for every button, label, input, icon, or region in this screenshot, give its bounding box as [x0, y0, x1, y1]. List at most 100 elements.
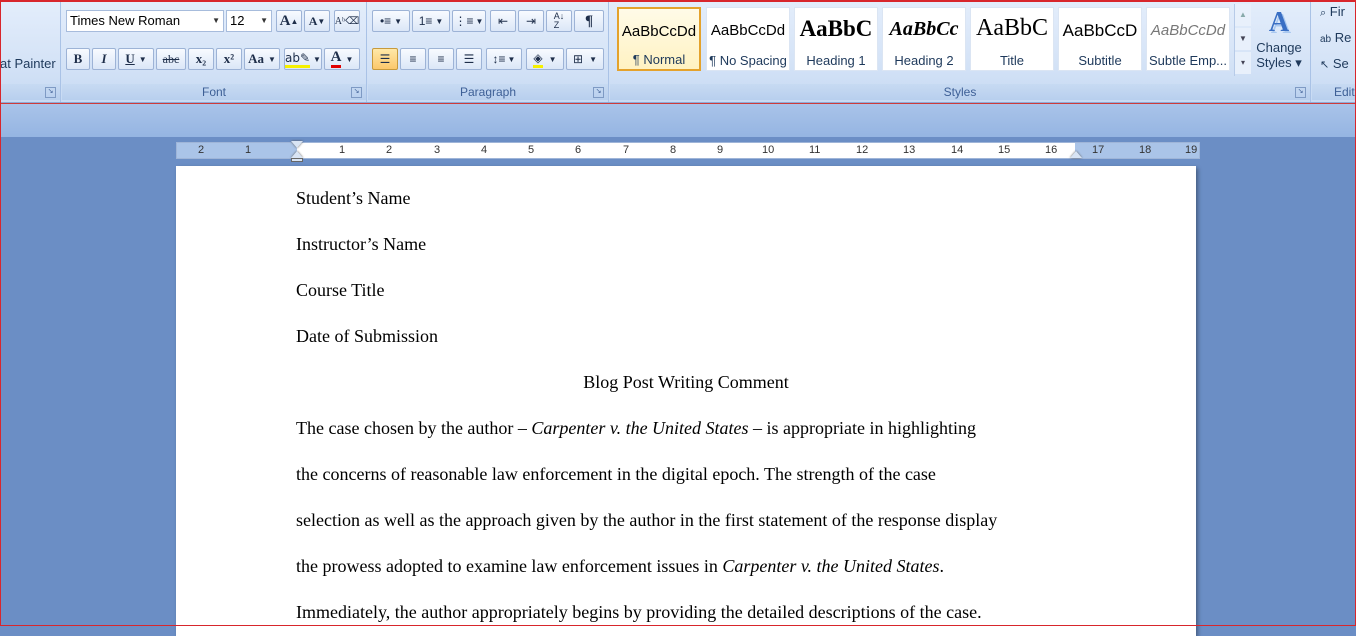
- student-name-line: Student’s Name: [296, 188, 411, 208]
- text-run: The case chosen by the author –: [296, 418, 532, 438]
- styles-launcher-icon[interactable]: ↘: [1295, 87, 1306, 98]
- superscript-button[interactable]: x²: [216, 48, 242, 70]
- replace-button[interactable]: ab Re: [1320, 30, 1351, 45]
- ruler-number: 8: [670, 144, 677, 156]
- change-styles-button[interactable]: A Change Styles ▾: [1252, 4, 1306, 82]
- more-styles-icon[interactable]: ▾: [1235, 52, 1251, 74]
- ruler-number: 6: [575, 144, 582, 156]
- numbering-icon: 1≡: [418, 14, 433, 28]
- clipboard-launcher-icon[interactable]: ↘: [45, 87, 56, 98]
- font-size-combo[interactable]: 12 ▼: [226, 10, 272, 32]
- style-name: Heading 1: [806, 53, 866, 68]
- increase-indent-button[interactable]: ⇥: [518, 10, 544, 32]
- justify-button[interactable]: ☰: [456, 48, 482, 70]
- paragraph-launcher-icon[interactable]: ↘: [593, 87, 604, 98]
- style-name: ¶ No Spacing: [709, 53, 787, 68]
- sort-icon: A↓ Z: [553, 11, 565, 30]
- underline-button[interactable]: U ▼: [118, 48, 154, 70]
- style-name: Subtitle: [1078, 53, 1122, 68]
- line-spacing-button[interactable]: ↕≡ ▼: [486, 48, 522, 70]
- align-left-icon: ☰: [379, 52, 391, 66]
- strikethrough-button[interactable]: abc: [156, 48, 186, 70]
- shading-button[interactable]: ◈ ▼: [526, 48, 564, 70]
- ruler-number: 10: [762, 144, 775, 156]
- font-color-button[interactable]: A ▼: [324, 48, 360, 70]
- style-heading-2[interactable]: AaBbCc Heading 2: [882, 7, 966, 71]
- ruler-number: 1: [245, 144, 252, 156]
- select-button[interactable]: ↖ Se: [1320, 56, 1349, 71]
- style-heading-1[interactable]: AaBbC Heading 1: [794, 7, 878, 71]
- first-line-indent-marker[interactable]: [291, 141, 303, 148]
- scroll-up-icon[interactable]: ▲: [1235, 4, 1251, 26]
- font-group-label: Font: [62, 84, 366, 100]
- borders-button[interactable]: ⊞ ▼: [566, 48, 604, 70]
- style-subtle-emphasis[interactable]: AaBbCcDd Subtle Emp...: [1146, 7, 1230, 71]
- pilcrow-icon: ¶: [584, 12, 594, 29]
- paragraph-line: selection as well as the approach given …: [296, 510, 998, 530]
- style-sample: AaBbCcD: [1062, 21, 1138, 40]
- hanging-indent-marker[interactable]: [291, 151, 303, 158]
- scroll-down-icon[interactable]: ▼: [1235, 28, 1251, 50]
- font-launcher-icon[interactable]: ↘: [351, 87, 362, 98]
- chevron-down-icon: ▼: [260, 16, 268, 25]
- format-painter-button[interactable]: at Painter: [0, 56, 56, 71]
- align-right-icon: ≡: [437, 52, 445, 66]
- styles-scroll: ▲ ▼ ▾: [1234, 4, 1251, 76]
- shrink-font-button[interactable]: A ▼: [304, 10, 330, 32]
- style-name: ¶ Normal: [632, 52, 686, 67]
- ruler-number: 16: [1045, 144, 1058, 156]
- italic-button[interactable]: I: [92, 48, 116, 70]
- ruler-left-margin: [177, 143, 297, 158]
- window-frame-left: [0, 0, 1, 626]
- change-case-button[interactable]: Aa ▼: [244, 48, 280, 70]
- ruler-number: 9: [717, 144, 724, 156]
- align-center-icon: ≡: [409, 52, 417, 66]
- ruler-number: 11: [809, 144, 821, 156]
- ruler-number: 17: [1092, 144, 1105, 156]
- styles-group: AaBbCcDd ¶ Normal AaBbCcDd ¶ No Spacing …: [610, 2, 1311, 102]
- horizontal-ruler[interactable]: 2 1 1 2 3 4 5 6 7 8 9 10 11 12 13 14 15 …: [176, 141, 1200, 162]
- find-button[interactable]: ⌕ Fir: [1320, 4, 1345, 20]
- bullets-button[interactable]: •≡ ▼: [372, 10, 410, 32]
- align-right-button[interactable]: ≡: [428, 48, 454, 70]
- bold-button[interactable]: B: [66, 48, 90, 70]
- align-center-button[interactable]: ≡: [400, 48, 426, 70]
- replace-label: Re: [1334, 30, 1352, 45]
- change-case-icon: Aa: [248, 51, 264, 66]
- subscript-button[interactable]: x₂: [188, 48, 214, 70]
- font-name-combo[interactable]: Times New Roman ▼: [66, 10, 224, 32]
- paragraph-line: The case chosen by the author – Carpente…: [296, 418, 1096, 439]
- grow-font-button[interactable]: A ▲: [276, 10, 302, 32]
- line-spacing-icon: ↕≡: [492, 52, 506, 66]
- replace-icon: ab: [1320, 34, 1332, 45]
- document-page[interactable]: Student’s Name Instructor’s Name Course …: [176, 166, 1196, 636]
- text-run: .: [939, 556, 945, 576]
- left-indent-marker[interactable]: [291, 158, 303, 162]
- instructor-name-line: Instructor’s Name: [296, 234, 427, 254]
- style-no-spacing[interactable]: AaBbCcDd ¶ No Spacing: [706, 7, 790, 71]
- style-sample: AaBbC: [976, 15, 1048, 41]
- grow-font-icon: A: [279, 12, 291, 29]
- text-run: – is appropriate in highlighting: [748, 418, 977, 438]
- clear-formatting-button[interactable]: Aᵇ⌫: [334, 10, 360, 32]
- style-subtitle[interactable]: AaBbCcD Subtitle: [1058, 7, 1142, 71]
- numbering-button[interactable]: 1≡ ▼: [412, 10, 450, 32]
- chevron-down-icon: ▼: [212, 16, 220, 25]
- shrink-font-icon: A: [308, 13, 318, 28]
- decrease-indent-icon: ⇤: [497, 14, 509, 28]
- decrease-indent-button[interactable]: ⇤: [490, 10, 516, 32]
- align-left-button[interactable]: ☰: [372, 48, 398, 70]
- ruler-number: 18: [1139, 144, 1152, 156]
- right-indent-marker[interactable]: [1070, 151, 1082, 158]
- multilevel-list-button[interactable]: ⋮≡ ▼: [452, 10, 486, 32]
- style-normal[interactable]: AaBbCcDd ¶ Normal: [617, 7, 701, 71]
- change-styles-label-2: Styles ▾: [1256, 55, 1302, 70]
- style-title[interactable]: AaBbC Title: [970, 7, 1054, 71]
- justify-icon: ☰: [463, 52, 475, 66]
- case-name: Carpenter v. the United States: [722, 556, 940, 576]
- sort-button[interactable]: A↓ Z: [546, 10, 572, 32]
- ribbon-gap: [0, 103, 1356, 137]
- ruler-number: 4: [481, 144, 488, 156]
- show-formatting-button[interactable]: ¶: [574, 10, 604, 32]
- highlight-color-button[interactable]: ab✎ ▼: [284, 48, 322, 70]
